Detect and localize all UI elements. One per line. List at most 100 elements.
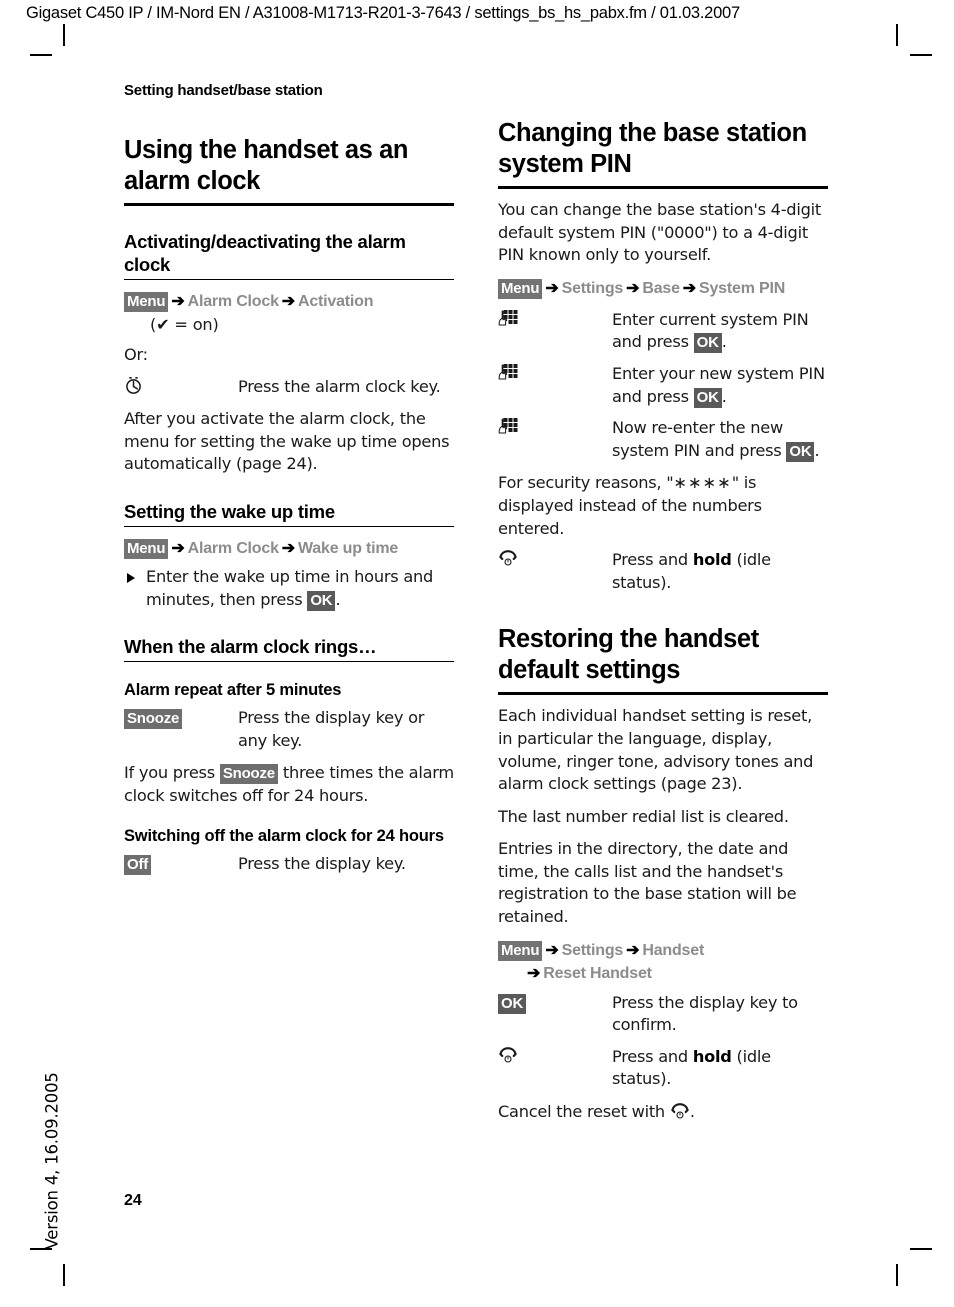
menu-item-settings[interactable]: Settings xyxy=(562,942,624,959)
keycell-keypad-3 xyxy=(498,417,606,440)
keycell-keypad-2 xyxy=(498,363,606,386)
chapter-title-alarm-clock: Using the handset as an alarm clock xyxy=(124,135,454,206)
key-row-reenter-new-pin: Now re-enter the new system PIN and pres… xyxy=(498,417,828,462)
snooze-para-pre: If you press xyxy=(124,763,220,783)
bullet-text-post: . xyxy=(335,589,341,609)
heading-activating-deactivating: Activating/deactivating the alarm clock xyxy=(124,230,454,280)
paragraph-after-activate: After you activate the alarm clock, the … xyxy=(124,409,450,474)
end-call-key-icon[interactable] xyxy=(670,1102,690,1121)
key-row-end-call-reset: Press and hold (idle status). xyxy=(498,1046,828,1091)
key-row-enter-new-pin: Enter your new system PIN and press OK. xyxy=(498,363,828,408)
menu-key-badge[interactable]: Menu xyxy=(498,940,543,961)
activation-on-note: (✔ = on) xyxy=(150,315,219,334)
keycell-keypad-1 xyxy=(498,309,606,332)
keycell-snooze: Snooze xyxy=(124,707,232,730)
off-row-text: Press the display key. xyxy=(238,853,406,873)
menu-path-alarm-activation: Menu ➔ Alarm Clock ➔ Activation (✔ = on) xyxy=(124,291,454,336)
arrow-icon: ➔ xyxy=(626,279,640,297)
right-column: Changing the base station system PIN You… xyxy=(498,82,828,1124)
paragraph-cancel-reset: Cancel the reset with . xyxy=(498,1101,828,1124)
cancel-text-post: . xyxy=(689,1102,695,1122)
menu-item-alarm-clock[interactable]: Alarm Clock xyxy=(188,540,279,557)
menu-item-activation[interactable]: Activation xyxy=(298,293,374,310)
heading-alarm-repeat: Alarm repeat after 5 minutes xyxy=(124,681,342,700)
ok-key-badge[interactable]: OK xyxy=(307,590,336,611)
end-call-key-icon[interactable] xyxy=(498,549,518,568)
version-footer: Version 4, 16.09.2005 xyxy=(42,1072,62,1250)
ok-row-text: Press the display key to confirm. xyxy=(612,992,798,1035)
arrow-icon: ➔ xyxy=(527,964,541,982)
keypad-icon[interactable] xyxy=(498,417,518,436)
paragraph-retained-items: Entries in the directory, the date and t… xyxy=(498,839,797,927)
keycell-off: Off xyxy=(124,853,232,876)
keypad-icon[interactable] xyxy=(498,309,518,328)
arrow-icon: ➔ xyxy=(281,539,295,557)
menu-item-system-pin[interactable]: System PIN xyxy=(699,280,785,297)
menu-item-wake-up-time[interactable]: Wake up time xyxy=(298,540,398,557)
keycell-ok: OK xyxy=(498,992,606,1015)
bullet-text-pre: Enter the wake up time in hours and minu… xyxy=(146,566,434,609)
key-row-end-call-pin: Press and hold (idle status). xyxy=(498,549,828,594)
snooze-key-badge-inline[interactable]: Snooze xyxy=(219,764,278,785)
arrow-icon: ➔ xyxy=(171,539,185,557)
key-row-text-post: . xyxy=(721,386,727,406)
menu-path-reset-handset: Menu ➔ Settings ➔ Handset ➔ Reset Handset xyxy=(498,940,828,985)
keypad-icon[interactable] xyxy=(498,363,518,382)
menu-item-reset-handset[interactable]: Reset Handset xyxy=(543,965,652,982)
ok-key-badge[interactable]: OK xyxy=(786,441,815,462)
heading-when-alarm-rings: When the alarm clock rings… xyxy=(124,635,454,663)
end-call-key-icon[interactable] xyxy=(498,1046,518,1065)
snooze-row-text: Press the display key or any key. xyxy=(238,708,425,750)
paragraph-reset-scope: Each individual handset setting is reset… xyxy=(498,706,814,794)
key-row-alarm-clock-key: Press the alarm clock key. xyxy=(124,376,454,399)
keycell-alarm-clock xyxy=(124,376,232,399)
masked-pin-asterisks: ∗∗∗∗ xyxy=(673,473,732,493)
ok-key-badge[interactable]: OK xyxy=(498,993,527,1014)
paragraph-security-asterisks: For security reasons, "∗∗∗∗" is displaye… xyxy=(498,472,828,540)
off-key-badge[interactable]: Off xyxy=(124,854,152,875)
running-section-label: Setting handset/base station xyxy=(124,82,323,99)
paragraph-system-pin-intro: You can change the base station's 4-digi… xyxy=(498,200,821,265)
menu-key-badge[interactable]: Menu xyxy=(498,278,543,299)
key-row-off: Off Press the display key. xyxy=(124,853,454,876)
cancel-text-pre: Cancel the reset with xyxy=(498,1102,670,1122)
security-text-pre: For security reasons, " xyxy=(498,473,674,493)
chapter-title-restoring-defaults: Restoring the handset default settings xyxy=(498,624,828,696)
end-call-text-bold: hold xyxy=(692,1046,732,1066)
end-call-text-pre: Press and xyxy=(612,550,693,570)
ok-key-badge[interactable]: OK xyxy=(693,387,722,408)
key-row-snooze: Snooze Press the display key or any key. xyxy=(124,707,454,752)
paragraph-snooze-three-times: If you press Snooze three times the alar… xyxy=(124,762,454,807)
arrow-icon: ➔ xyxy=(281,293,295,310)
arrow-icon: ➔ xyxy=(545,279,559,297)
key-row-text-post: . xyxy=(721,332,727,352)
arrow-icon: ➔ xyxy=(545,941,559,959)
snooze-key-badge[interactable]: Snooze xyxy=(124,709,183,730)
heading-switching-off-24h: Switching off the alarm clock for 24 hou… xyxy=(124,826,444,845)
key-row-text-pre: Now re-enter the new system PIN and pres… xyxy=(612,418,787,460)
alarm-clock-key-icon[interactable] xyxy=(124,376,143,395)
menu-key-badge[interactable]: Menu xyxy=(124,292,169,312)
menu-item-base[interactable]: Base xyxy=(642,280,680,297)
bullet-enter-wake-up-time: Enter the wake up time in hours and minu… xyxy=(124,566,454,611)
ok-key-badge[interactable]: OK xyxy=(693,333,722,354)
or-label: Or: xyxy=(124,345,148,364)
paragraph-redial-cleared: The last number redial list is cleared. xyxy=(498,806,789,826)
menu-path-line-2: ➔ Reset Handset xyxy=(498,963,828,985)
menu-key-badge[interactable]: Menu xyxy=(124,538,169,559)
menu-path-system-pin: Menu ➔ Settings ➔ Base ➔ System PIN xyxy=(498,278,828,300)
key-row-ok-confirm: OK Press the display key to confirm. xyxy=(498,992,828,1037)
left-column: Setting handset/base station Using the h… xyxy=(124,82,454,875)
keycell-end-call-2 xyxy=(498,1046,606,1069)
key-row-text: Press the alarm clock key. xyxy=(238,376,441,396)
page-content: Setting handset/base station Using the h… xyxy=(0,0,954,1307)
heading-setting-wake-up-time: Setting the wake up time xyxy=(124,500,454,527)
menu-item-handset[interactable]: Handset xyxy=(642,942,704,959)
end-call-text-bold: hold xyxy=(692,550,732,570)
key-row-enter-current-pin: Enter current system PIN and press OK. xyxy=(498,309,828,354)
end-call-text-pre: Press and xyxy=(612,1046,693,1066)
menu-item-settings[interactable]: Settings xyxy=(562,280,624,297)
menu-item-alarm-clock[interactable]: Alarm Clock xyxy=(188,293,279,310)
key-row-text-post: . xyxy=(814,440,820,460)
chapter-title-system-pin: Changing the base station system PIN xyxy=(498,118,828,189)
